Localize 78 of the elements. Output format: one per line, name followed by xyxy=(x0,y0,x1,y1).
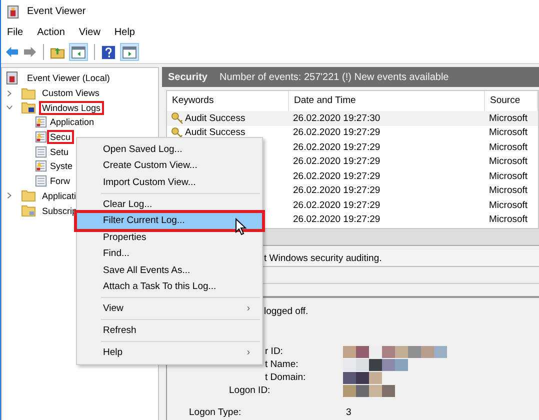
menu-item[interactable]: View › xyxy=(77,300,262,317)
app-icon xyxy=(7,4,19,18)
expander-icon[interactable] xyxy=(6,104,13,112)
menu-item[interactable]: Import Custom View... xyxy=(77,174,262,190)
field-label: t Domain: xyxy=(265,372,306,383)
table-cell-text: 26.02.2020 19:27:29 xyxy=(292,185,382,196)
menu-item[interactable]: File xyxy=(7,26,24,38)
table-cell-text: Microsoft xyxy=(488,200,529,211)
table-cell-text: Microsoft xyxy=(488,156,529,168)
expander-icon[interactable] xyxy=(6,192,13,200)
expander-icon[interactable] xyxy=(6,90,13,97)
menu-item[interactable]: View xyxy=(78,26,100,38)
key-icon xyxy=(171,126,183,139)
help-icon[interactable] xyxy=(101,44,116,60)
folder-icon xyxy=(21,204,36,218)
log-icon xyxy=(35,146,47,158)
menu-item[interactable]: Attach a Task To this Log... xyxy=(77,278,262,295)
table-cell-text: Microsoft xyxy=(488,185,529,196)
tree-item[interactable]: Event Viewer (Local) xyxy=(24,71,113,86)
event-description: t Windows security auditing. xyxy=(264,252,382,264)
table-cell-text: 26.02.2020 19:27:29 xyxy=(292,214,382,226)
key-icon xyxy=(171,112,183,124)
field-value: 3 xyxy=(346,407,352,418)
field-label: Logon Type: xyxy=(189,407,242,418)
menu-item[interactable]: Properties xyxy=(77,229,262,246)
folder-icon xyxy=(21,101,36,114)
forward-arrow-icon[interactable] xyxy=(23,46,37,58)
tree-item[interactable]: Applicati xyxy=(39,188,80,203)
event-row[interactable]: Audit Success 26.02.2020 19:27:30 Microsoft xyxy=(167,111,538,126)
event-row[interactable]: Audit Success 26.02.2020 19:27:29 Microsoft xyxy=(167,126,538,140)
table-cell: Audit Success xyxy=(185,127,246,138)
tree-item[interactable]: Syste xyxy=(47,159,76,174)
back-arrow-icon[interactable] xyxy=(5,46,19,58)
table-cell: Audit Success xyxy=(185,112,246,124)
show-action-pane-button[interactable] xyxy=(120,43,139,61)
folder-icon xyxy=(21,189,36,202)
log-icon xyxy=(35,175,47,188)
menu-item[interactable]: Clear Log... xyxy=(77,196,262,212)
table-cell-text: 26.02.2020 19:27:29 xyxy=(292,200,382,211)
log-title: Security xyxy=(168,72,208,82)
menu-item[interactable]: Find... xyxy=(77,246,262,262)
tree-item[interactable]: Setu xyxy=(47,144,72,159)
table-cell-text: 26.02.2020 19:27:30 xyxy=(292,112,382,124)
field-label: Logon ID: xyxy=(229,385,270,396)
tree-item[interactable]: Forw xyxy=(47,174,73,188)
menu-item[interactable]: Refresh xyxy=(77,322,262,339)
menu-item[interactable]: Create Custom View... xyxy=(77,158,262,174)
table-cell-text: Microsoft xyxy=(488,127,529,138)
tree-item[interactable]: Windows Logs xyxy=(39,100,104,115)
table-cell-text: Microsoft xyxy=(488,142,529,153)
folder-icon xyxy=(21,86,36,100)
table-cell-text: 26.02.2020 19:27:29 xyxy=(292,156,382,168)
tree-item[interactable]: Secu xyxy=(47,130,74,144)
event-count-text: Number of events: 257'221 (!) New events available xyxy=(219,72,449,82)
menu-item[interactable]: Help xyxy=(114,26,135,38)
mouse-cursor-icon xyxy=(235,218,247,236)
field-label: t Name: xyxy=(265,359,298,370)
table-cell-text: 26.02.2020 19:27:29 xyxy=(292,170,382,182)
menu-item[interactable]: Help › xyxy=(77,344,262,361)
table-cell-text: Microsoft xyxy=(488,170,529,182)
tree-item[interactable]: Custom Views xyxy=(39,86,102,100)
table-cell-text: Microsoft xyxy=(488,112,529,124)
event-message: logged off. xyxy=(264,306,308,317)
event-viewer-icon xyxy=(6,71,18,86)
log-icon xyxy=(35,160,47,172)
table-cell-text: 26.02.2020 19:27:29 xyxy=(292,142,382,153)
log-icon xyxy=(35,116,47,128)
show-pane-button[interactable] xyxy=(69,43,88,61)
table-cell-text: Microsoft xyxy=(488,214,529,226)
menu-item[interactable]: Action xyxy=(37,26,65,38)
menu-item[interactable]: Open Saved Log... xyxy=(77,141,262,158)
menu-item[interactable]: Save All Events As... xyxy=(77,262,262,278)
tree-item[interactable]: Application xyxy=(47,115,98,130)
field-label: r ID: xyxy=(265,346,283,357)
table-cell-text: 26.02.2020 19:27:29 xyxy=(292,127,382,138)
menu-item[interactable]: Filter Current Log... xyxy=(77,212,262,229)
log-icon xyxy=(35,131,47,144)
window-title: Event Viewer xyxy=(27,6,86,17)
